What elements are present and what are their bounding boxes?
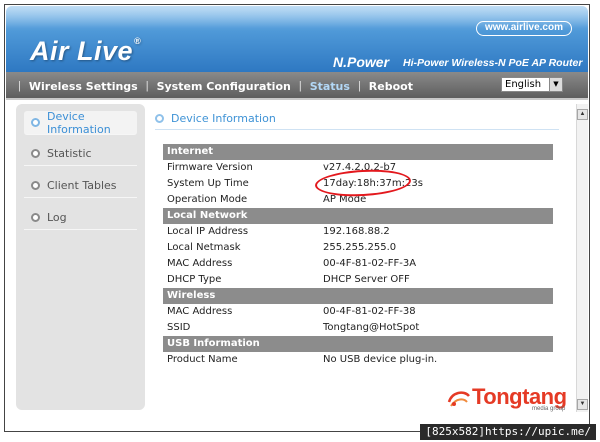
sidebar-item-statistic[interactable]: Statistic — [24, 142, 137, 166]
radio-bullet-icon — [31, 149, 40, 158]
image-source-label: [825x582]https://upic.me/ — [420, 424, 596, 440]
sidebar-item-device-information[interactable]: Device Information — [24, 109, 137, 136]
row-key: System Up Time — [167, 178, 249, 189]
website-link[interactable]: www.airlive.com — [476, 21, 572, 36]
radio-bullet-icon — [31, 118, 40, 127]
radio-bullet-icon — [155, 114, 164, 123]
info-row: SSID Tongtang@HotSpot — [163, 320, 553, 336]
row-key: MAC Address — [167, 306, 233, 317]
row-key: MAC Address — [167, 258, 233, 269]
row-value: No USB device plug-in. — [323, 354, 438, 365]
row-key: SSID — [167, 322, 191, 333]
product-name: N.Power — [333, 54, 390, 70]
scroll-down-arrow-icon[interactable]: ▼ — [577, 399, 588, 410]
row-key: Firmware Version — [167, 162, 253, 173]
page-title: Device Information — [155, 112, 276, 125]
tongtang-watermark: Tongtang media group — [446, 384, 578, 414]
section-header-local-network: Local Network — [163, 208, 553, 224]
section-header-usb-information: USB Information — [163, 336, 553, 352]
top-nav: | Wireless Settings | System Configurati… — [6, 72, 588, 100]
nav-reboot[interactable]: Reboot — [361, 80, 421, 93]
header-banner: Air Live® www.airlive.com N.Power Hi-Pow… — [6, 6, 588, 72]
info-row: Local IP Address 192.168.88.2 — [163, 224, 553, 240]
info-row: MAC Address 00-4F-81-02-FF-38 — [163, 304, 553, 320]
swirl-logo-icon — [447, 391, 470, 407]
row-key: Local Netmask — [167, 242, 241, 253]
product-tagline: Hi-Power Wireless-N PoE AP Router — [403, 57, 583, 69]
left-sidebar: Device Information Statistic Client Tabl… — [16, 104, 145, 410]
row-value: Tongtang@HotSpot — [323, 322, 420, 333]
nav-status[interactable]: Status — [302, 80, 358, 93]
sidebar-item-log[interactable]: Log — [24, 206, 137, 230]
row-value: 00-4F-81-02-FF-3A — [323, 258, 417, 269]
row-value: 255.255.255.0 — [323, 242, 397, 253]
airlive-logo: Air Live® — [30, 36, 142, 66]
info-row: Local Netmask 255.255.255.0 — [163, 240, 553, 256]
sidebar-item-label: Client Tables — [47, 179, 117, 192]
sidebar-item-label: Device Information — [47, 109, 111, 136]
sidebar-item-client-tables[interactable]: Client Tables — [24, 174, 137, 198]
radio-bullet-icon — [31, 181, 40, 190]
row-key: DHCP Type — [167, 274, 222, 285]
sidebar-item-label: Statistic — [47, 147, 92, 160]
row-key: Local IP Address — [167, 226, 249, 237]
row-value: 00-4F-81-02-FF-38 — [323, 306, 416, 317]
section-header-wireless: Wireless — [163, 288, 553, 304]
info-row: DHCP Type DHCP Server OFF — [163, 272, 553, 288]
sidebar-item-label: Log — [47, 211, 67, 224]
nav-system-configuration[interactable]: System Configuration — [149, 80, 299, 93]
row-key: Operation Mode — [167, 194, 248, 205]
info-row: Product Name No USB device plug-in. — [163, 352, 553, 368]
row-value: DHCP Server OFF — [323, 274, 410, 285]
section-header-internet: Internet — [163, 144, 553, 160]
divider — [155, 129, 559, 130]
nav-wireless-settings[interactable]: Wireless Settings — [21, 80, 146, 93]
row-value: 192.168.88.2 — [323, 226, 390, 237]
vertical-scrollbar[interactable]: ▲ ▼ — [576, 104, 588, 412]
info-row: MAC Address 00-4F-81-02-FF-3A — [163, 256, 553, 272]
language-value: English — [505, 79, 542, 90]
radio-bullet-icon — [31, 213, 40, 222]
row-key: Product Name — [167, 354, 238, 365]
main-content: Device Information Internet Firmware Ver… — [150, 104, 574, 410]
watermark-sub: media group — [532, 406, 566, 412]
chevron-down-icon[interactable]: ▼ — [549, 78, 562, 91]
language-select[interactable]: English ▼ — [501, 77, 563, 92]
scroll-up-arrow-icon[interactable]: ▲ — [577, 109, 588, 120]
